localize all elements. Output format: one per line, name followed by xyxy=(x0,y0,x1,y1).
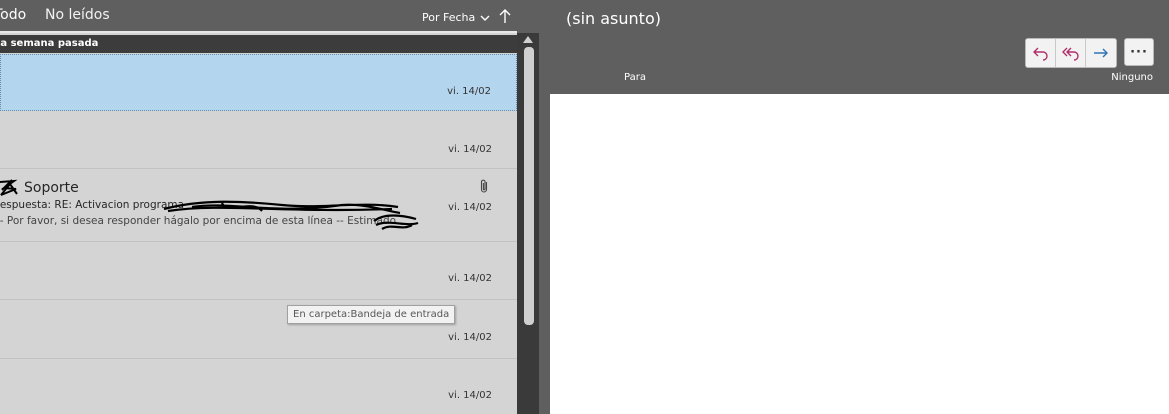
message-row[interactable]: Soporte Respuesta: RE: Activacion progra… xyxy=(0,169,517,242)
scroll-up-arrow-icon[interactable] xyxy=(520,33,536,47)
reading-subject: (sin asunto) xyxy=(566,9,661,28)
list-header: Todo No leídos Por Fecha xyxy=(0,0,517,33)
group-header-last-week[interactable]: La semana pasada xyxy=(0,35,517,53)
message-date: vi. 14/02 xyxy=(448,202,492,213)
message-list-pane: Todo No leídos Por Fecha La semana pasad… xyxy=(0,0,517,414)
message-date: vi. 14/02 xyxy=(448,273,492,284)
scrollbar-thumb[interactable] xyxy=(524,47,534,325)
reading-pane: (sin asunto) ··· Para Ninguno xyxy=(550,0,1169,414)
forward-icon xyxy=(1094,48,1108,58)
message-sender-name: Soporte xyxy=(24,180,79,196)
message-date: vi. 14/02 xyxy=(448,390,492,401)
message-row[interactable]: vi. 14/02 xyxy=(0,54,517,111)
to-label: Para xyxy=(624,72,646,83)
arrow-up-icon[interactable] xyxy=(498,8,512,24)
message-date: vi. 14/02 xyxy=(447,86,491,97)
chevron-down-icon xyxy=(480,15,490,21)
forward-button[interactable] xyxy=(1086,39,1116,67)
message-sender: Soporte xyxy=(0,178,79,198)
reply-all-icon xyxy=(1061,47,1079,61)
filter-tab-unread[interactable]: No leídos xyxy=(45,7,110,23)
paperclip-icon xyxy=(480,179,488,193)
list-header-divider xyxy=(0,31,517,33)
message-subject: Respuesta: RE: Activacion programa xyxy=(0,199,185,211)
category-value[interactable]: Ninguno xyxy=(1111,72,1153,83)
folder-tooltip: En carpeta:Bandeja de entrada xyxy=(287,305,456,324)
message-body[interactable] xyxy=(550,94,1169,414)
sort-by-date-button[interactable]: Por Fecha xyxy=(422,11,490,24)
pane-divider[interactable] xyxy=(539,0,550,414)
message-row[interactable]: vi. 14/02 xyxy=(0,359,517,414)
response-actions xyxy=(1025,38,1117,68)
sender-avatar-scribble xyxy=(0,179,18,196)
message-date: vi. 14/02 xyxy=(448,332,492,343)
message-preview: -- Por favor, si desea responder hágalo … xyxy=(0,215,397,227)
reply-icon xyxy=(1032,47,1048,61)
sort-label: Por Fecha xyxy=(422,11,476,24)
message-row[interactable]: vi. 14/02 xyxy=(0,242,517,300)
more-actions-button[interactable]: ··· xyxy=(1124,38,1154,66)
filter-tab-all[interactable]: Todo xyxy=(0,7,26,23)
reply-all-button[interactable] xyxy=(1056,39,1086,67)
reply-button[interactable] xyxy=(1026,39,1056,67)
message-date: vi. 14/02 xyxy=(448,144,492,155)
message-row[interactable]: vi. 14/02 xyxy=(0,111,517,169)
